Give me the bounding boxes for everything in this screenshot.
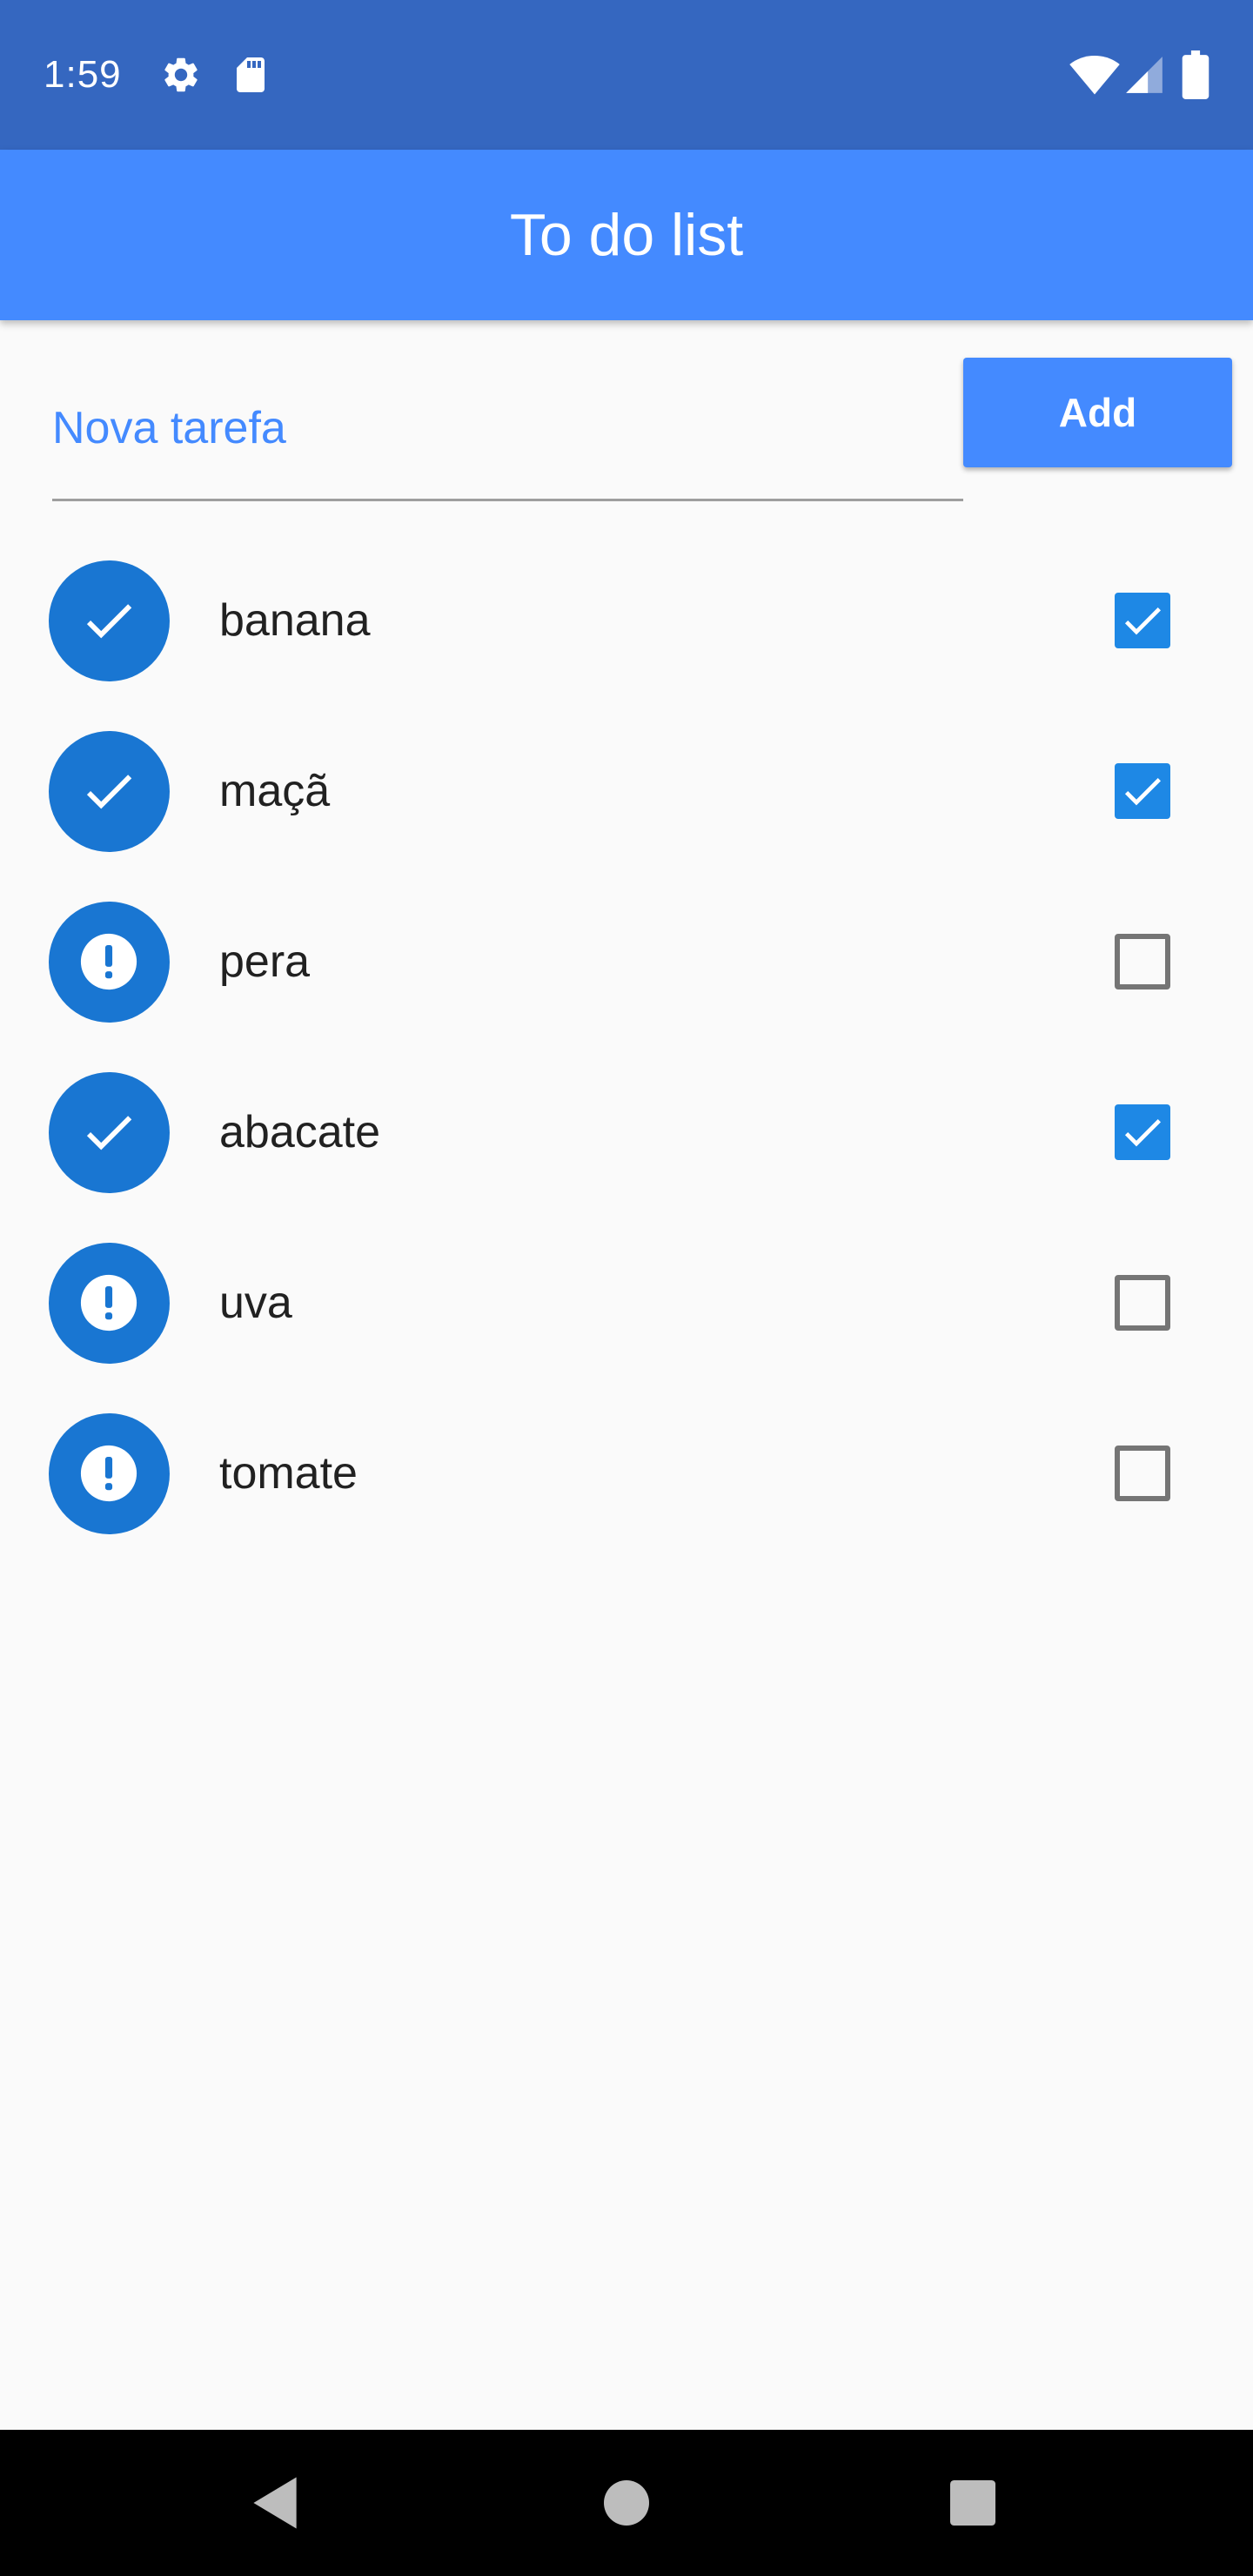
recents-icon[interactable]	[950, 2480, 995, 2526]
task-label: uva	[219, 1278, 292, 1328]
wifi-icon	[1069, 56, 1120, 95]
task-checkbox[interactable]	[1115, 934, 1170, 989]
task-checkbox[interactable]	[1115, 763, 1170, 819]
battery-icon	[1182, 50, 1209, 99]
list-item: maçã	[0, 706, 1253, 876]
status-time: 1:59	[44, 53, 122, 96]
page-title: To do list	[509, 202, 744, 268]
settings-icon	[164, 57, 198, 92]
task-label: banana	[219, 595, 371, 646]
task-label: abacate	[219, 1107, 381, 1157]
task-checkbox[interactable]	[1115, 593, 1170, 648]
task-label: tomate	[219, 1448, 358, 1499]
alert-circle-icon	[49, 1413, 170, 1534]
list-item: uva	[0, 1218, 1253, 1388]
list-item: pera	[0, 876, 1253, 1047]
alert-circle-icon	[49, 902, 170, 1023]
check-circle-icon	[49, 731, 170, 852]
task-label: maçã	[219, 766, 331, 816]
status-bar: 1:59	[0, 0, 1253, 150]
cellular-signal-icon	[1126, 57, 1163, 93]
home-icon[interactable]	[604, 2480, 649, 2526]
sd-card-icon	[237, 57, 265, 92]
task-checkbox[interactable]	[1115, 1104, 1170, 1160]
navigation-bar	[0, 2430, 1253, 2576]
new-task-input[interactable]	[52, 357, 963, 501]
task-label: pera	[219, 936, 311, 987]
list-item: banana	[0, 535, 1253, 706]
task-checkbox[interactable]	[1115, 1275, 1170, 1331]
list-item: tomate	[0, 1388, 1253, 1559]
alert-circle-icon	[49, 1243, 170, 1364]
list-item: abacate	[0, 1047, 1253, 1218]
task-checkbox[interactable]	[1115, 1446, 1170, 1501]
back-icon[interactable]	[249, 2475, 301, 2531]
check-circle-icon	[49, 1072, 170, 1193]
check-circle-icon	[49, 560, 170, 681]
add-button[interactable]: Add	[963, 358, 1232, 467]
app-bar: To do list	[0, 150, 1253, 320]
